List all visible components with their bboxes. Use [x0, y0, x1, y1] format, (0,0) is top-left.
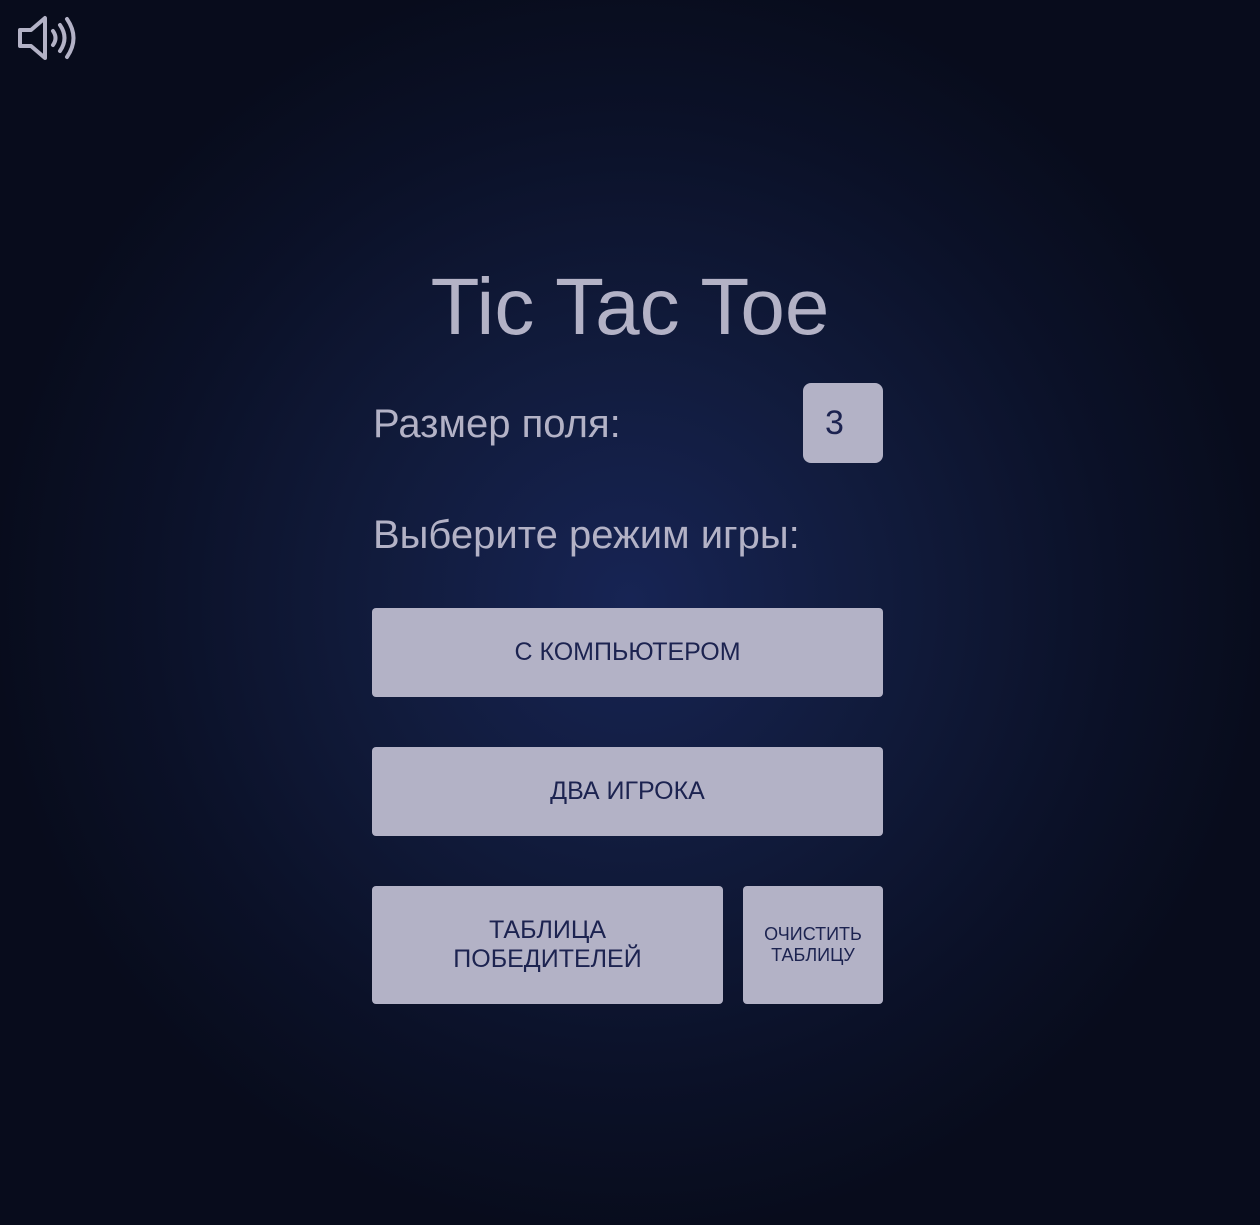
field-size-row: Размер поля: — [373, 383, 883, 463]
field-size-input[interactable] — [803, 383, 883, 463]
vs-computer-button[interactable]: С КОМПЬЮТЕРОМ — [372, 608, 883, 697]
leaderboard-button[interactable]: ТАБЛИЦА ПОБЕДИТЕЛЕЙ — [372, 886, 723, 1004]
field-size-label: Размер поля: — [373, 402, 621, 446]
speaker-on-icon — [18, 16, 76, 60]
clear-table-button[interactable]: ОЧИСТИТЬ ТАБЛИЦУ — [743, 886, 883, 1004]
leaderboard-button-label-line1: ТАБЛИЦА — [488, 916, 607, 944]
sound-toggle-button[interactable] — [17, 12, 81, 64]
two-players-button[interactable]: ДВА ИГРОКА — [372, 747, 883, 836]
clear-table-button-label-line1: ОЧИСТИТЬ — [764, 924, 862, 944]
clear-table-button-label-line2: ТАБЛИЦУ — [771, 945, 855, 965]
game-title: Tic Tac Toe — [430, 262, 830, 351]
leaderboard-button-label-line2: ПОБЕДИТЕЛЕЙ — [453, 945, 642, 973]
game-mode-label: Выберите режим игры: — [373, 513, 800, 557]
